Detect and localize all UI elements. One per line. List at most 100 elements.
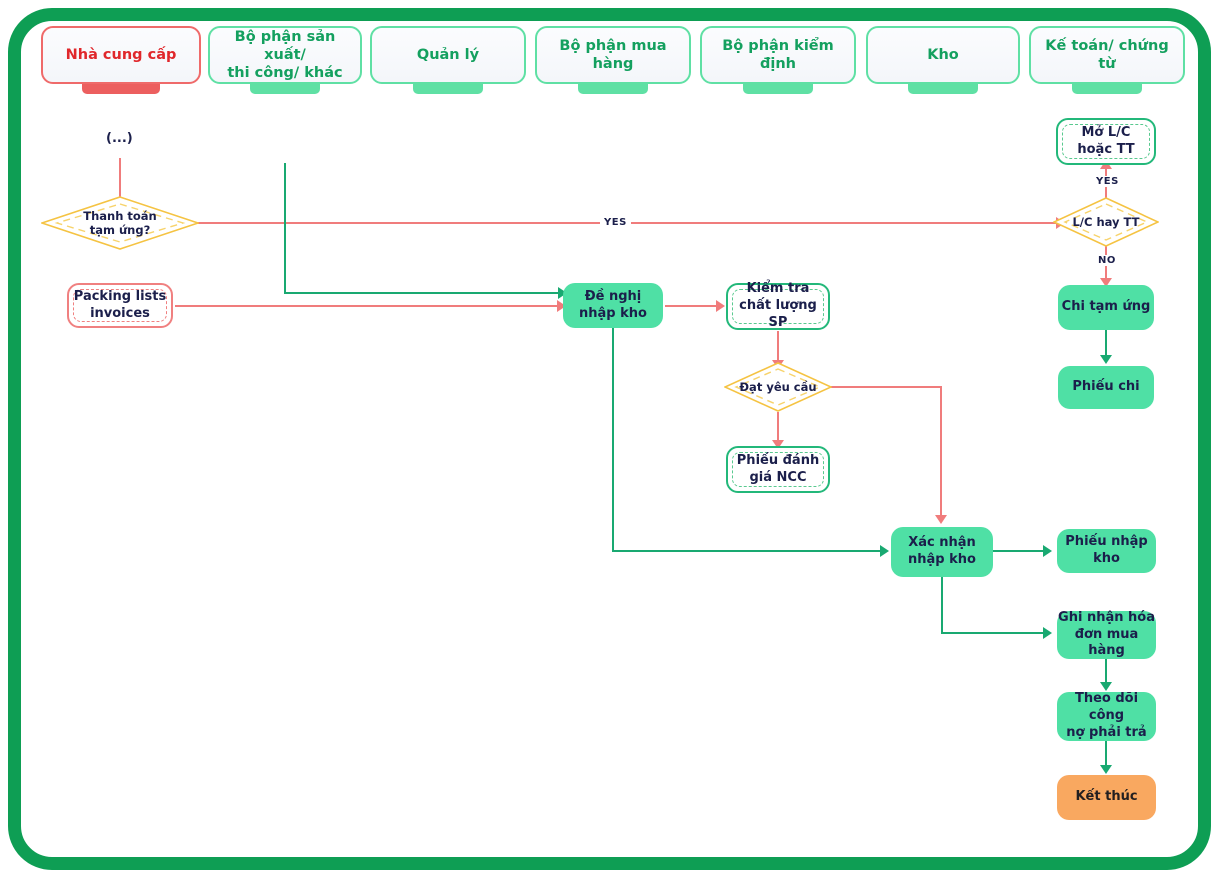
node-kiem-tra-chat-luong-sp[interactable]: Kiểm tra chất lượng SP [726,281,830,332]
edge-theodoi-to-ketthuc [1105,741,1107,768]
node-phieu-danh-gia-ncc[interactable]: Phiếu đánh giá NCC [726,446,830,493]
node-de-nghi-nhap-kho[interactable]: Đề nghị nhập kho [563,283,663,328]
node-label-ghi-nhan: Ghi nhận hóa đơn mua hàng [1057,610,1156,661]
arrowhead-datyeucau-to-xacnhan [935,515,947,524]
arrowhead-chitamung-to-phieuchi [1100,355,1112,364]
node-label-lc-hay-tt: L/C hay TT [1072,214,1140,229]
node-label-thanh-toan-line1: Thanh toán [83,208,157,223]
node-label-de-nghi: Đề nghị nhập kho [579,289,647,323]
node-packing-lists-invoices[interactable]: Packing lists invoices [67,283,173,328]
node-dat-yeu-cau[interactable]: Đạt yêu cầu [723,362,833,412]
node-label-mo-lc: Mở L/C hoặc TT [1077,125,1134,159]
lane-header-warehouse[interactable]: Kho [866,26,1020,84]
edge-datyeucau-to-xacnhan-h [830,386,942,388]
edge-datyeucau-to-xacnhan-v [940,386,942,518]
lane-label-production-line2: thi công/ khác [227,65,343,82]
edge-xacnhan-to-ghinhan-v [941,577,943,633]
node-start-ellipsis: (...) [106,131,133,146]
lane-label-purchasing: Bộ phận mua hàng [559,37,667,72]
node-label-xac-nhan-line1: Xác nhận [908,535,976,551]
node-xac-nhan-nhap-kho[interactable]: Xác nhận nhập kho [891,527,993,577]
edge-xacnhan-to-phieunhapkho [993,550,1048,552]
arrowhead-denghi-to-kiemtra [716,300,725,312]
node-label-phieu-danh-gia: Phiếu đánh giá NCC [737,453,819,487]
edge-kiemtra-to-datyeucau [777,331,779,363]
lane-header-purchasing[interactable]: Bộ phận mua hàng [535,26,691,84]
lane-label-accounting: Kế toán/ chứng từ [1045,37,1169,72]
edge-chitamung-to-phieuchi [1105,330,1107,358]
lane-label-warehouse: Kho [927,46,959,63]
node-label-chi-tam-ung: Chi tạm ứng [1061,299,1151,315]
lane-header-supplier[interactable]: Nhà cung cấp [41,26,201,84]
node-phieu-chi[interactable]: Phiếu chi [1058,366,1154,409]
node-label-dat-yeu-cau: Đạt yêu cầu [739,379,817,394]
node-label-theo-doi: Theo dõi công nợ phải trả [1057,691,1156,742]
lane-foot-purchasing [578,84,648,94]
edge-denghi-to-xacnhan-v [612,328,614,552]
node-label-phieu-danh-gia-line1: Phiếu đánh [736,452,820,468]
node-label-phieu-nhap-kho: Phiếu nhập kho [1065,534,1148,566]
lane-foot-warehouse [908,84,978,94]
lane-label-inspection: Bộ phận kiểm định [722,37,834,72]
lane-foot-supplier [82,84,160,94]
node-label-de-nghi-line2: nhập kho [579,305,647,321]
edge-start-to-thanhtoan [119,158,121,200]
edge-packinglists-to-denghi [175,305,563,307]
node-label-ket-thuc: Kết thúc [1075,789,1138,805]
node-label-xac-nhan-line2: nhập kho [908,552,976,567]
node-theo-doi-cong-no-phai-tra[interactable]: Theo dõi công nợ phải trả [1057,691,1156,742]
lane-foot-production [250,84,320,94]
diagram-frame [8,8,1211,870]
node-lc-hay-tt[interactable]: L/C hay TT [1052,197,1160,247]
node-ket-thuc[interactable]: Kết thúc [1057,775,1156,820]
node-label-mo-lc-line2: hoặc TT [1077,141,1135,157]
node-label-xac-nhan: Xác nhận nhập kho [908,535,976,569]
edge-datyeucau-to-phieudanhgia [777,412,779,443]
lane-header-management[interactable]: Quản lý [370,26,526,84]
node-label-phieu-danh-gia-line2: giá NCC [749,469,807,485]
node-label-de-nghi-line1: Đề nghị [584,288,642,304]
lane-label-production: Bộ phận sản xuất/ thi công/ khác [216,28,354,82]
lane-foot-inspection [743,84,813,94]
node-label-thanh-toan-line2: tạm ứng? [89,223,151,237]
node-label-mo-lc-line1: Mở L/C [1081,124,1131,140]
arrowhead-xacnhan-to-ghinhan [1043,627,1052,639]
edge-label-yes-lc: YES [1092,176,1123,187]
node-label-kiem-tra-line2: chất lượng SP [739,298,817,330]
edge-label-no-lc: NO [1094,255,1120,266]
node-label-packing-line2: invoices [90,305,150,321]
arrowhead-denghi-to-xacnhan [880,545,889,557]
lane-header-production[interactable]: Bộ phận sản xuất/ thi công/ khác [208,26,362,84]
edge-production-horizontal [284,292,564,294]
node-label-packing-line1: Packing lists [73,288,167,304]
edge-production-vertical [284,163,286,293]
node-label-kiem-tra: Kiểm tra chất lượng SP [728,281,828,332]
flowchart-canvas: Nhà cung cấp Bộ phận sản xuất/ thi công/… [0,0,1227,886]
edge-denghi-to-kiemtra [665,305,721,307]
node-chi-tam-ung[interactable]: Chi tạm ứng [1058,285,1154,330]
edge-label-yes-main: YES [600,217,631,228]
lane-header-accounting[interactable]: Kế toán/ chứng từ [1029,26,1185,84]
node-label-theo-doi-line2: nợ phải trả [1066,724,1147,740]
node-label-packing-lists: Packing lists invoices [74,289,166,323]
node-phieu-nhap-kho[interactable]: Phiếu nhập kho [1057,529,1156,573]
lane-label-production-line1: Bộ phận sản xuất/ [234,28,336,63]
node-mo-lc-hoac-tt[interactable]: Mở L/C hoặc TT [1056,118,1156,165]
node-label-ghi-nhan-line1: Ghi nhận hóa [1058,609,1155,625]
lane-label-management: Quản lý [416,46,480,63]
node-label-kiem-tra-line1: Kiểm tra [746,281,810,297]
node-label-ghi-nhan-line2: đơn mua hàng [1074,626,1139,659]
lane-foot-accounting [1072,84,1142,94]
lane-header-inspection[interactable]: Bộ phận kiểm định [700,26,856,84]
arrowhead-ghinhan-to-theodoi [1100,682,1112,691]
node-label-theo-doi-line1: Theo dõi công [1074,691,1139,724]
node-thanh-toan-tam-ung[interactable]: Thanh toán tạm ứng? [39,196,201,250]
edge-denghi-to-xacnhan-h [612,550,886,552]
arrowhead-xacnhan-to-phieunhapkho [1043,545,1052,557]
node-label-thanh-toan: Thanh toán tạm ứng? [41,196,199,250]
node-label-phieu-chi: Phiếu chi [1072,379,1140,395]
lane-foot-management [413,84,483,94]
edge-xacnhan-to-ghinhan-h [941,632,1048,634]
node-ghi-nhan-hoa-don-mua-hang[interactable]: Ghi nhận hóa đơn mua hàng [1057,610,1156,661]
arrowhead-theodoi-to-ketthuc [1100,765,1112,774]
